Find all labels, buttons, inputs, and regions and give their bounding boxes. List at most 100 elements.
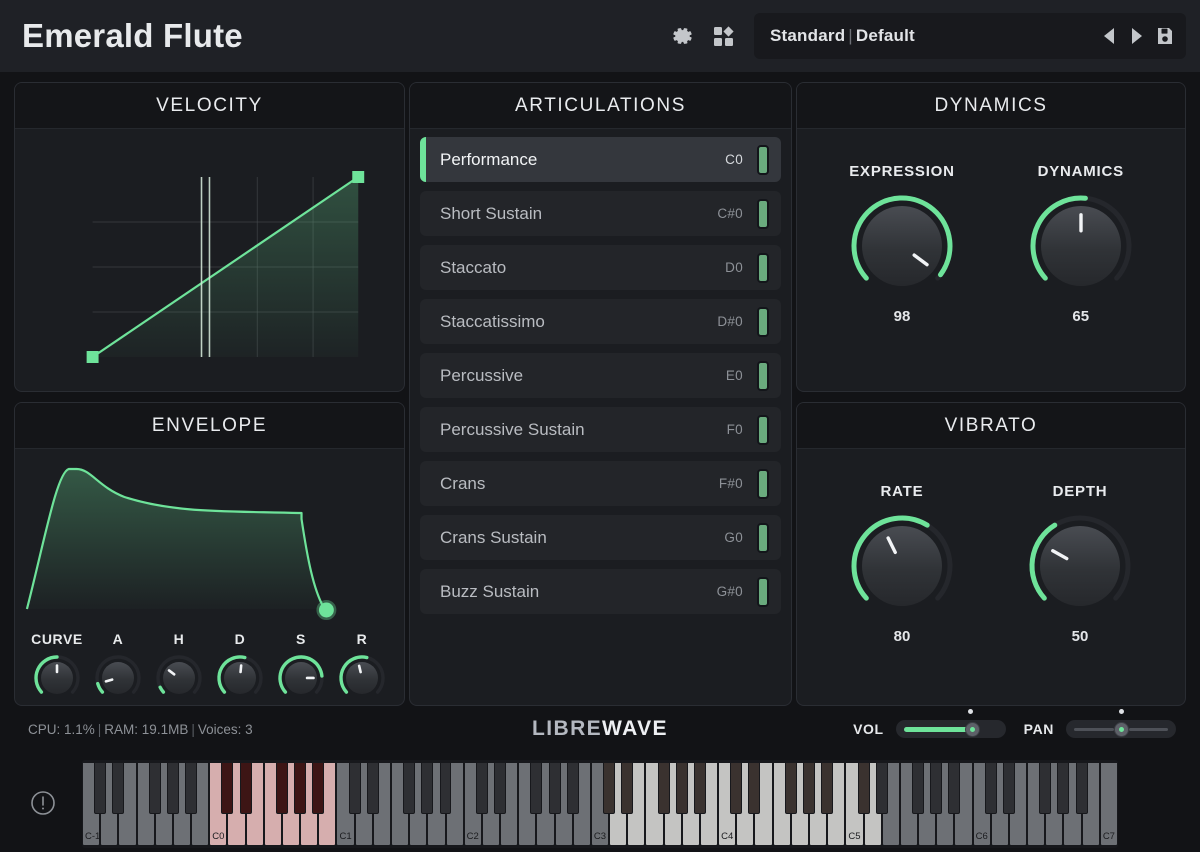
header-controls: Standard|Default bbox=[668, 13, 1186, 59]
knob-dial[interactable] bbox=[215, 653, 265, 703]
prev-preset-button[interactable] bbox=[1098, 23, 1120, 49]
piano-black-key[interactable] bbox=[312, 762, 324, 814]
piano-black-key[interactable] bbox=[948, 762, 960, 814]
vibrato-panel-body: RATE 80 DEPTH 50 bbox=[797, 449, 1185, 645]
vibrato-knob-depth[interactable]: DEPTH 50 bbox=[1028, 483, 1132, 645]
piano-black-key[interactable] bbox=[821, 762, 833, 814]
piano-black-key[interactable] bbox=[167, 762, 179, 814]
piano-black-key[interactable] bbox=[730, 762, 742, 814]
envelope-knob-a[interactable]: A 450 ms bbox=[90, 631, 146, 706]
articulation-row[interactable]: StaccatoD0 bbox=[420, 245, 781, 290]
knob-dial[interactable] bbox=[1029, 194, 1133, 298]
articulation-row[interactable]: PercussiveE0 bbox=[420, 353, 781, 398]
piano-black-key[interactable] bbox=[476, 762, 488, 814]
piano-black-key[interactable] bbox=[1039, 762, 1051, 814]
envelope-curve-display[interactable] bbox=[15, 449, 404, 629]
piano-black-key[interactable] bbox=[421, 762, 433, 814]
piano-black-key[interactable] bbox=[276, 762, 288, 814]
piano-black-key[interactable] bbox=[240, 762, 252, 814]
piano-black-key[interactable] bbox=[658, 762, 670, 814]
piano-black-key[interactable] bbox=[367, 762, 379, 814]
piano-black-key[interactable] bbox=[221, 762, 233, 814]
articulation-row[interactable]: Short SustainC#0 bbox=[420, 191, 781, 236]
volume-group: VOL bbox=[853, 716, 1006, 742]
piano-black-key[interactable] bbox=[567, 762, 579, 814]
piano-black-key[interactable] bbox=[694, 762, 706, 814]
envelope-knob-curve[interactable]: CURVE 50% bbox=[29, 631, 85, 706]
midi-keyboard[interactable]: C-1C0C1C2C3C4C5C6C7 bbox=[82, 760, 1118, 848]
articulation-row[interactable]: StaccatissimoD#0 bbox=[420, 299, 781, 344]
knob-dial[interactable] bbox=[337, 653, 387, 703]
envelope-knob-d[interactable]: D 1000 ms bbox=[212, 631, 268, 706]
articulation-led[interactable] bbox=[757, 307, 769, 337]
articulation-led[interactable] bbox=[757, 361, 769, 391]
articulation-led[interactable] bbox=[757, 253, 769, 283]
knob-dial[interactable] bbox=[93, 653, 143, 703]
piano-black-key[interactable] bbox=[858, 762, 870, 814]
piano-black-key[interactable] bbox=[1003, 762, 1015, 814]
piano-black-key[interactable] bbox=[1057, 762, 1069, 814]
piano-black-key[interactable] bbox=[803, 762, 815, 814]
piano-black-key[interactable] bbox=[785, 762, 797, 814]
knob-body bbox=[862, 206, 942, 286]
knob-dial[interactable] bbox=[850, 514, 954, 618]
articulation-led[interactable] bbox=[757, 523, 769, 553]
velocity-curve-editor[interactable] bbox=[15, 129, 404, 391]
piano-black-key[interactable] bbox=[530, 762, 542, 814]
piano-black-key[interactable] bbox=[294, 762, 306, 814]
piano-white-key[interactable] bbox=[1100, 762, 1118, 846]
piano-black-key[interactable] bbox=[912, 762, 924, 814]
slider-handle[interactable] bbox=[1114, 722, 1129, 737]
articulation-row[interactable]: Buzz SustainG#0 bbox=[420, 569, 781, 614]
knob-label: DYNAMICS bbox=[1038, 163, 1124, 180]
knob-dial[interactable] bbox=[850, 194, 954, 298]
piano-black-key[interactable] bbox=[494, 762, 506, 814]
piano-black-key[interactable] bbox=[603, 762, 615, 814]
piano-black-key[interactable] bbox=[930, 762, 942, 814]
piano-black-key[interactable] bbox=[676, 762, 688, 814]
piano-black-key[interactable] bbox=[349, 762, 361, 814]
preset-selector[interactable]: Standard|Default bbox=[754, 13, 1186, 59]
articulation-led[interactable] bbox=[757, 469, 769, 499]
volume-slider[interactable] bbox=[896, 716, 1006, 742]
piano-black-key[interactable] bbox=[94, 762, 106, 814]
knob-dial[interactable] bbox=[154, 653, 204, 703]
articulation-row[interactable]: Crans SustainG0 bbox=[420, 515, 781, 560]
pan-slider[interactable] bbox=[1066, 716, 1176, 742]
articulation-led[interactable] bbox=[757, 145, 769, 175]
piano-black-key[interactable] bbox=[621, 762, 633, 814]
gear-icon[interactable] bbox=[668, 21, 698, 51]
articulation-led[interactable] bbox=[757, 577, 769, 607]
pan-label: PAN bbox=[1024, 721, 1054, 737]
envelope-knob-s[interactable]: S -2.0 dB bbox=[273, 631, 329, 706]
grid-modules-icon[interactable] bbox=[708, 21, 738, 51]
save-preset-button[interactable] bbox=[1154, 23, 1176, 49]
piano-black-key[interactable] bbox=[185, 762, 197, 814]
knob-dial[interactable] bbox=[1028, 514, 1132, 618]
piano-black-key[interactable] bbox=[112, 762, 124, 814]
articulation-row[interactable]: Percussive SustainF0 bbox=[420, 407, 781, 452]
piano-black-key[interactable] bbox=[549, 762, 561, 814]
exclamation-circle-icon[interactable] bbox=[28, 788, 58, 818]
piano-black-key[interactable] bbox=[440, 762, 452, 814]
articulation-keyswitch: D0 bbox=[725, 260, 743, 275]
piano-black-key[interactable] bbox=[403, 762, 415, 814]
piano-black-key[interactable] bbox=[1076, 762, 1088, 814]
envelope-knob-h[interactable]: H 10 ms bbox=[151, 631, 207, 706]
articulation-led[interactable] bbox=[757, 199, 769, 229]
piano-black-key[interactable] bbox=[748, 762, 760, 814]
dynamics-knob-expression[interactable]: EXPRESSION 98 bbox=[849, 163, 955, 325]
articulation-row[interactable]: CransF#0 bbox=[420, 461, 781, 506]
piano-black-key[interactable] bbox=[149, 762, 161, 814]
piano-black-key[interactable] bbox=[985, 762, 997, 814]
piano-black-key[interactable] bbox=[876, 762, 888, 814]
knob-dial[interactable] bbox=[32, 653, 82, 703]
slider-track-line-left bbox=[1074, 728, 1114, 731]
dynamics-knob-dynamics[interactable]: DYNAMICS 65 bbox=[1029, 163, 1133, 325]
knob-dial[interactable] bbox=[276, 653, 326, 703]
envelope-knob-r[interactable]: R 750 ms bbox=[334, 631, 390, 706]
next-preset-button[interactable] bbox=[1126, 23, 1148, 49]
articulation-row[interactable]: PerformanceC0 bbox=[420, 137, 781, 182]
articulation-led[interactable] bbox=[757, 415, 769, 445]
vibrato-knob-rate[interactable]: RATE 80 bbox=[850, 483, 954, 645]
